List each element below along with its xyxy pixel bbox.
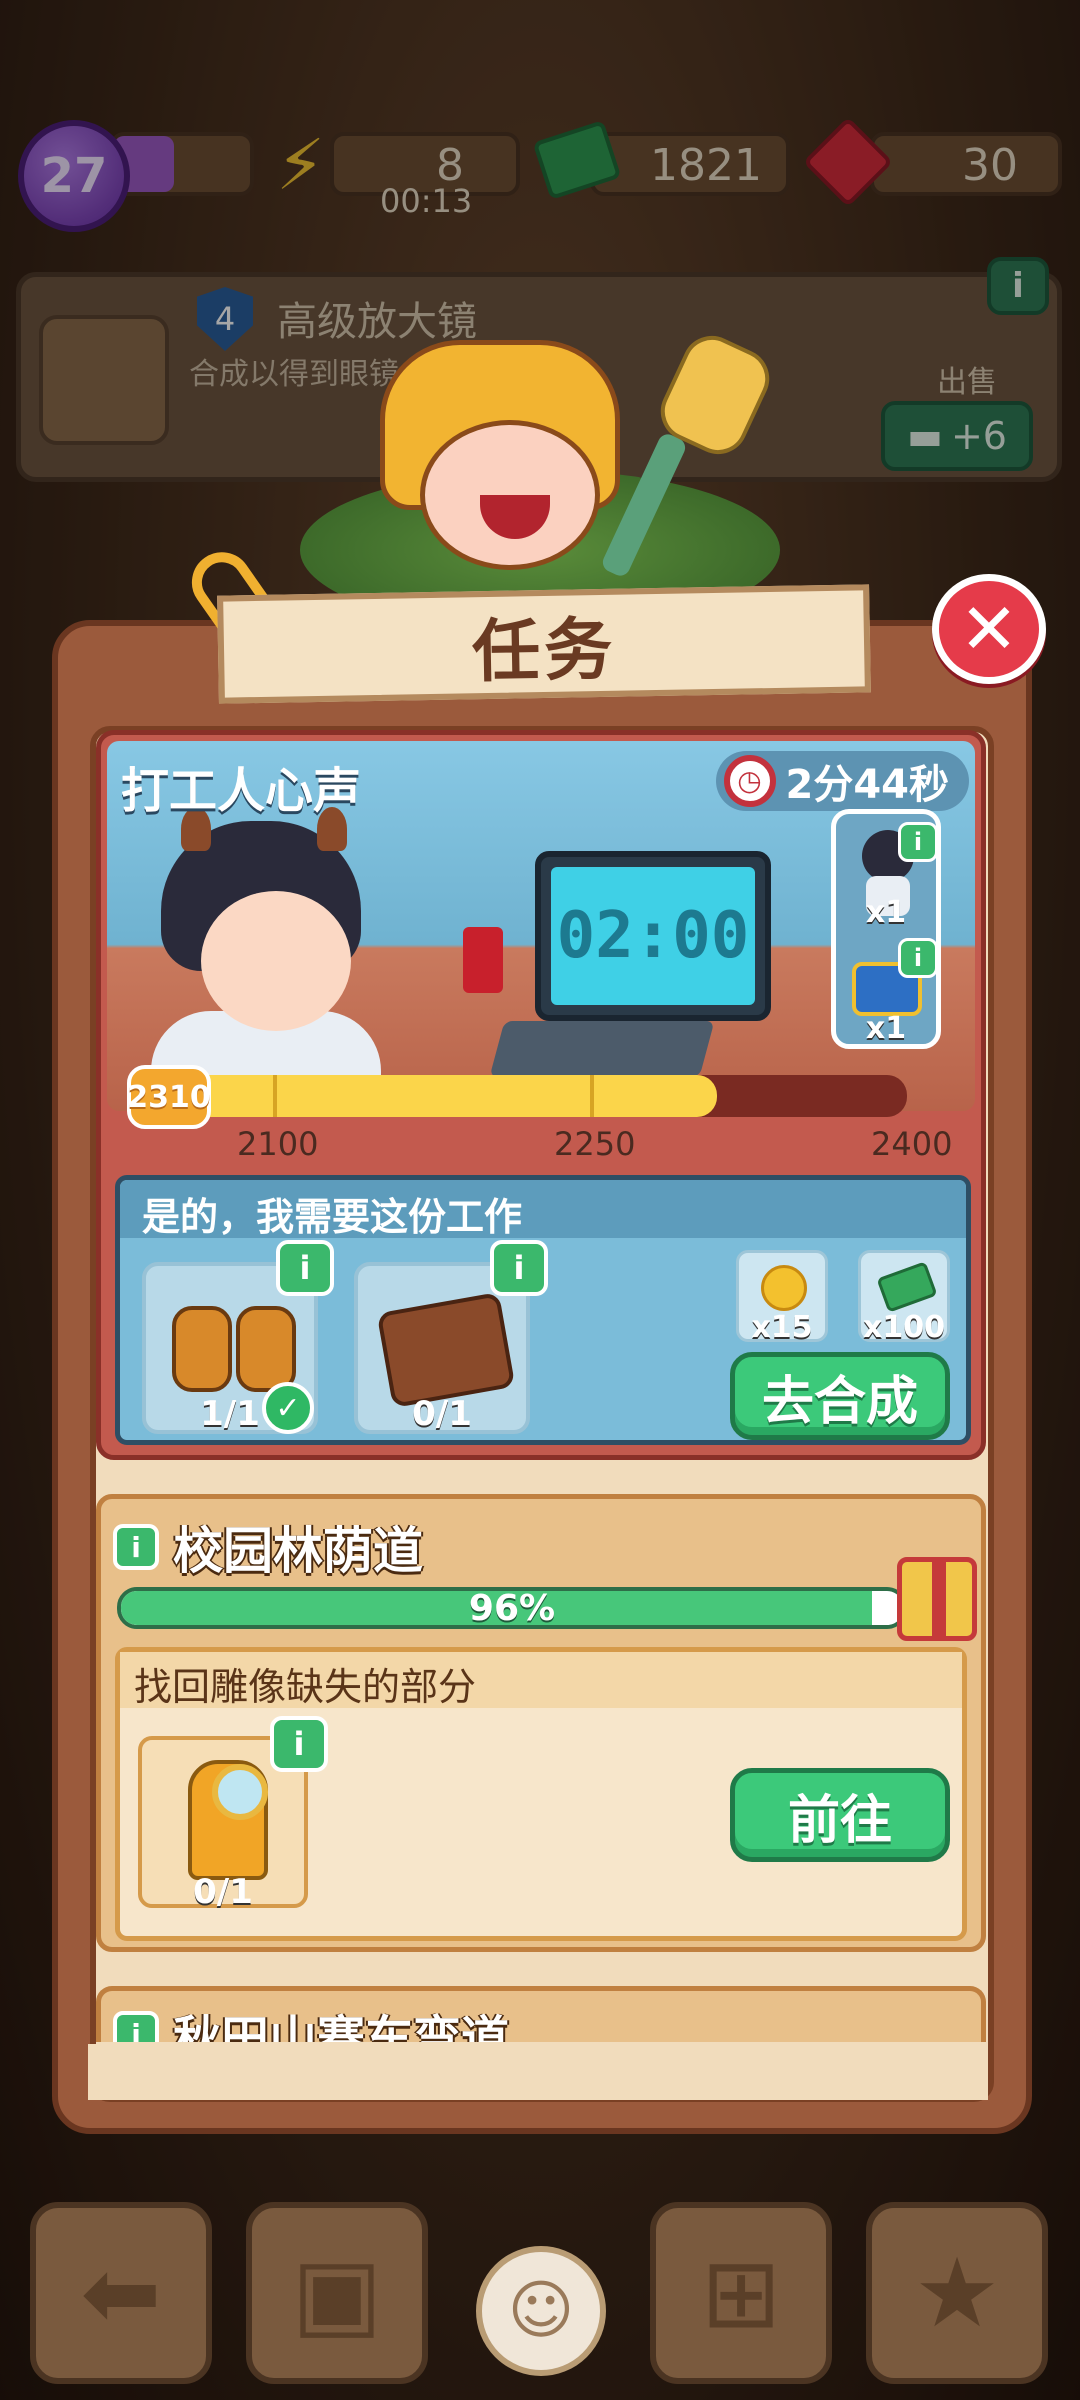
- item-info-button[interactable]: i: [270, 1716, 328, 1772]
- task-card-campus: i 校园林荫道 96% 找回雕像缺失的部分 0/1 i 前往: [96, 1494, 986, 1952]
- reward-qty: x1: [865, 1011, 907, 1046]
- task-name: 打工人心声: [121, 763, 362, 819]
- progress-tick: [273, 1075, 277, 1117]
- arrow-left-icon: ⬅: [80, 2237, 162, 2349]
- worker-face: [201, 891, 351, 1031]
- item-count: 0/1: [412, 1394, 472, 1434]
- mascot-mouth: [480, 495, 550, 539]
- task-card-racing: i 秋田山赛车弯道: [96, 1986, 986, 2042]
- current-score-badge: 2310: [127, 1065, 211, 1129]
- lucky-cat-icon: ☺: [507, 2274, 575, 2348]
- soda-can-icon: [463, 927, 503, 993]
- basket-icon: ⊞: [700, 2237, 782, 2349]
- item-info-button[interactable]: i: [276, 1240, 334, 1296]
- task-list-bottom: [88, 2044, 988, 2100]
- monitor-clock: 02:00: [551, 867, 755, 1005]
- close-button[interactable]: ✕: [932, 574, 1046, 684]
- bonus-qty: x100: [863, 1310, 945, 1345]
- lucky-cat-button[interactable]: ☺: [476, 2246, 606, 2376]
- statue-lens: [212, 1764, 268, 1820]
- go-button[interactable]: 前往: [730, 1768, 950, 1862]
- score-progress-track: [167, 1075, 907, 1117]
- clock-icon: ◷: [723, 755, 776, 807]
- binoculars-icon: [172, 1306, 232, 1392]
- bonus-reward: x100: [858, 1250, 950, 1345]
- dialog-title: 任务: [471, 610, 617, 692]
- task-progress-bar: 96%: [117, 1587, 907, 1629]
- shop-basket-button[interactable]: ⊞: [650, 2202, 832, 2384]
- back-button[interactable]: ⬅: [30, 2202, 212, 2384]
- dialog-title-banner: 任务: [217, 584, 871, 704]
- requirement-box: 找回雕像缺失的部分 0/1 i 前往: [115, 1647, 967, 1941]
- binoculars-lens: [236, 1306, 296, 1392]
- progress-tick: [590, 1075, 594, 1117]
- bonus-reward: x15: [736, 1250, 828, 1345]
- progress-tick-label: 2100: [237, 1125, 319, 1163]
- score-progress-fill: [167, 1075, 717, 1117]
- task-card-worker: 02:00 打工人心声 ◷ 2分44秒 x1 i x1 i 2310 2100 …: [96, 730, 986, 1460]
- task-header: i 秋田山赛车弯道: [113, 1999, 509, 2042]
- requirement-box: 是的，我需要这份工作 1/1 ✓ i 0/1 i x15 x100 去合成: [115, 1175, 971, 1445]
- cash-stack-icon: [876, 1261, 938, 1313]
- reward-info-button[interactable]: i: [898, 822, 938, 862]
- task-name: 秋田山赛车弯道: [173, 2011, 510, 2042]
- backpack-button[interactable]: ▣: [246, 2202, 428, 2384]
- task-board-button[interactable]: ★: [866, 2202, 1048, 2384]
- task-progress-text: 96%: [468, 1587, 556, 1629]
- backpack-icon: ▣: [291, 2237, 383, 2349]
- office-worker-character: [141, 807, 391, 1111]
- bonus-qty: x15: [751, 1310, 813, 1345]
- requirement-title: 找回雕像缺失的部分: [120, 1652, 962, 1709]
- task-info-button[interactable]: i: [113, 2011, 159, 2042]
- progress-tick-label: 2250: [554, 1125, 636, 1163]
- progress-tick-label: 2400: [871, 1125, 953, 1163]
- reward-slot[interactable]: x1 i: [844, 938, 938, 1046]
- requirement-title: 是的，我需要这份工作: [120, 1180, 966, 1239]
- mascot-face: [420, 420, 600, 570]
- task-scene-image: 02:00 打工人心声 ◷ 2分44秒 x1 i x1 i: [107, 741, 975, 1111]
- checkmark-icon: ✓: [262, 1382, 314, 1434]
- task-timer-text: 2分44秒: [785, 762, 950, 808]
- gift-box-icon[interactable]: [897, 1557, 977, 1641]
- leather-bag-icon: [376, 1291, 516, 1409]
- clipboard-star-icon: ★: [913, 2237, 1001, 2349]
- item-count: 0/1: [193, 1872, 253, 1912]
- task-info-button[interactable]: i: [113, 1524, 159, 1570]
- go-merge-button[interactable]: 去合成: [730, 1352, 950, 1440]
- score-progress: 2310: [127, 1065, 917, 1129]
- mascot-character: [300, 326, 800, 630]
- reward-slot[interactable]: x1 i: [844, 822, 938, 930]
- task-rewards-tab: x1 i x1 i: [831, 809, 941, 1049]
- reward-info-button[interactable]: i: [898, 938, 938, 978]
- reward-qty: x1: [865, 895, 907, 930]
- item-info-button[interactable]: i: [490, 1240, 548, 1296]
- task-timer: ◷ 2分44秒: [715, 751, 969, 811]
- computer-monitor-icon: 02:00: [535, 851, 771, 1021]
- task-name: 校园林荫道: [173, 1522, 423, 1580]
- flower-coin-icon: [761, 1265, 807, 1311]
- task-header: i 校园林荫道: [113, 1511, 423, 1583]
